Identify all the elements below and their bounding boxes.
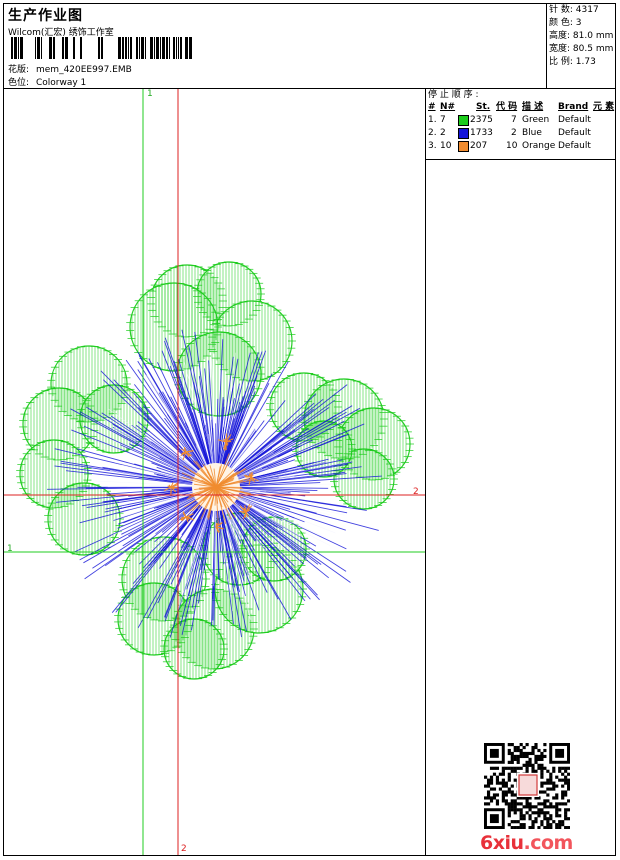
stat-stitches: 针 数: 4317: [549, 5, 599, 15]
color-table-header: # N# St. 代 码 描 述 Brand 元 素: [426, 101, 615, 114]
design-preview: 1 1 2 2: [4, 89, 426, 855]
header-needle: N#: [440, 102, 456, 112]
stat-colors: 颜 色: 3: [549, 18, 582, 28]
design-file-value: mem_420EE997.EMB: [36, 65, 132, 75]
header-brand: Brand: [558, 102, 589, 112]
header-element: 元 素: [593, 102, 615, 112]
color-row: 2. 2 1733 2 Blue Default: [428, 128, 591, 139]
color-swatch: [458, 141, 469, 152]
color-table-divider: [426, 159, 615, 160]
colorway-line: 色位: Colorway 1: [8, 75, 86, 88]
header-description: 描 述: [522, 102, 544, 112]
stat-height: 高度: 81.0 mm: [549, 31, 614, 41]
colorway-label: 色位:: [8, 78, 30, 88]
design-file-line: 花版: mem_420EE997.EMB: [8, 62, 132, 75]
production-worksheet: 生产作业图 Wilcom(汇宏) 绣饰工作室 花版: mem_420EE997.E…: [3, 3, 616, 856]
embroidery-design: [4, 89, 425, 855]
stat-width: 宽度: 80.5 mm: [549, 44, 614, 54]
design-file-label: 花版:: [8, 65, 30, 75]
page-title: 生产作业图: [8, 8, 83, 24]
color-stop-table: 停 止 顺 序 : # N# St. 代 码 描 述 Brand 元 素 1. …: [426, 89, 615, 160]
color-row: 1. 7 2375 7 Green Default: [428, 115, 591, 126]
colorway-value: Colorway 1: [36, 78, 87, 88]
guide-label-green-left: 1: [7, 544, 13, 554]
qr-code: [484, 743, 570, 829]
stats-panel: 针 数: 4317 颜 色: 3 高度: 81.0 mm 宽度: 80.5 mm…: [547, 4, 615, 89]
color-swatch: [458, 128, 469, 139]
guide-label-red-bottom: 2: [181, 844, 187, 854]
header-stop: #: [428, 102, 436, 112]
stat-scale: 比 例: 1.73: [549, 57, 596, 67]
header-code: 代 码: [496, 102, 518, 112]
color-swatch: [458, 115, 469, 126]
header-stitches: St.: [476, 102, 491, 112]
site-watermark-logo: 6xiu.com: [480, 832, 573, 854]
color-row: 3. 10 207 10 Orange Default: [428, 141, 591, 152]
guide-label-red-right: 2: [413, 487, 419, 497]
barcode: [11, 37, 192, 59]
color-table-title: 停 止 顺 序 :: [428, 90, 479, 100]
guide-label-green-top: 1: [147, 89, 153, 99]
header-panel: 生产作业图 Wilcom(汇宏) 绣饰工作室 花版: mem_420EE997.E…: [4, 4, 547, 89]
